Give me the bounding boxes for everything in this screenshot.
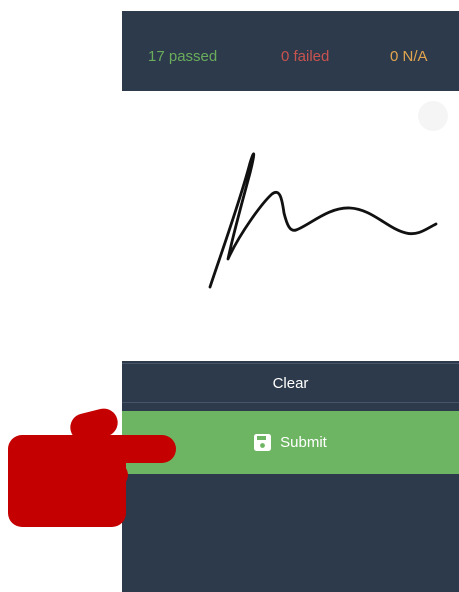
passed-count: 17 passed <box>148 48 218 65</box>
signature-stroke <box>208 152 438 289</box>
failed-count: 0 failed <box>281 48 330 65</box>
na-count: 0 N/A <box>390 48 428 65</box>
clear-button[interactable]: Clear <box>122 363 459 403</box>
floppy-disk-icon <box>254 434 272 451</box>
signature-pad[interactable] <box>122 91 459 361</box>
submit-label: Submit <box>280 434 327 451</box>
pointing-hand-icon <box>0 405 180 530</box>
screenshot-stage: 17 passed 0 failed 0 N/A Clear Submit <box>0 0 459 592</box>
results-summary-bar: 17 passed 0 failed 0 N/A <box>122 11 459 91</box>
